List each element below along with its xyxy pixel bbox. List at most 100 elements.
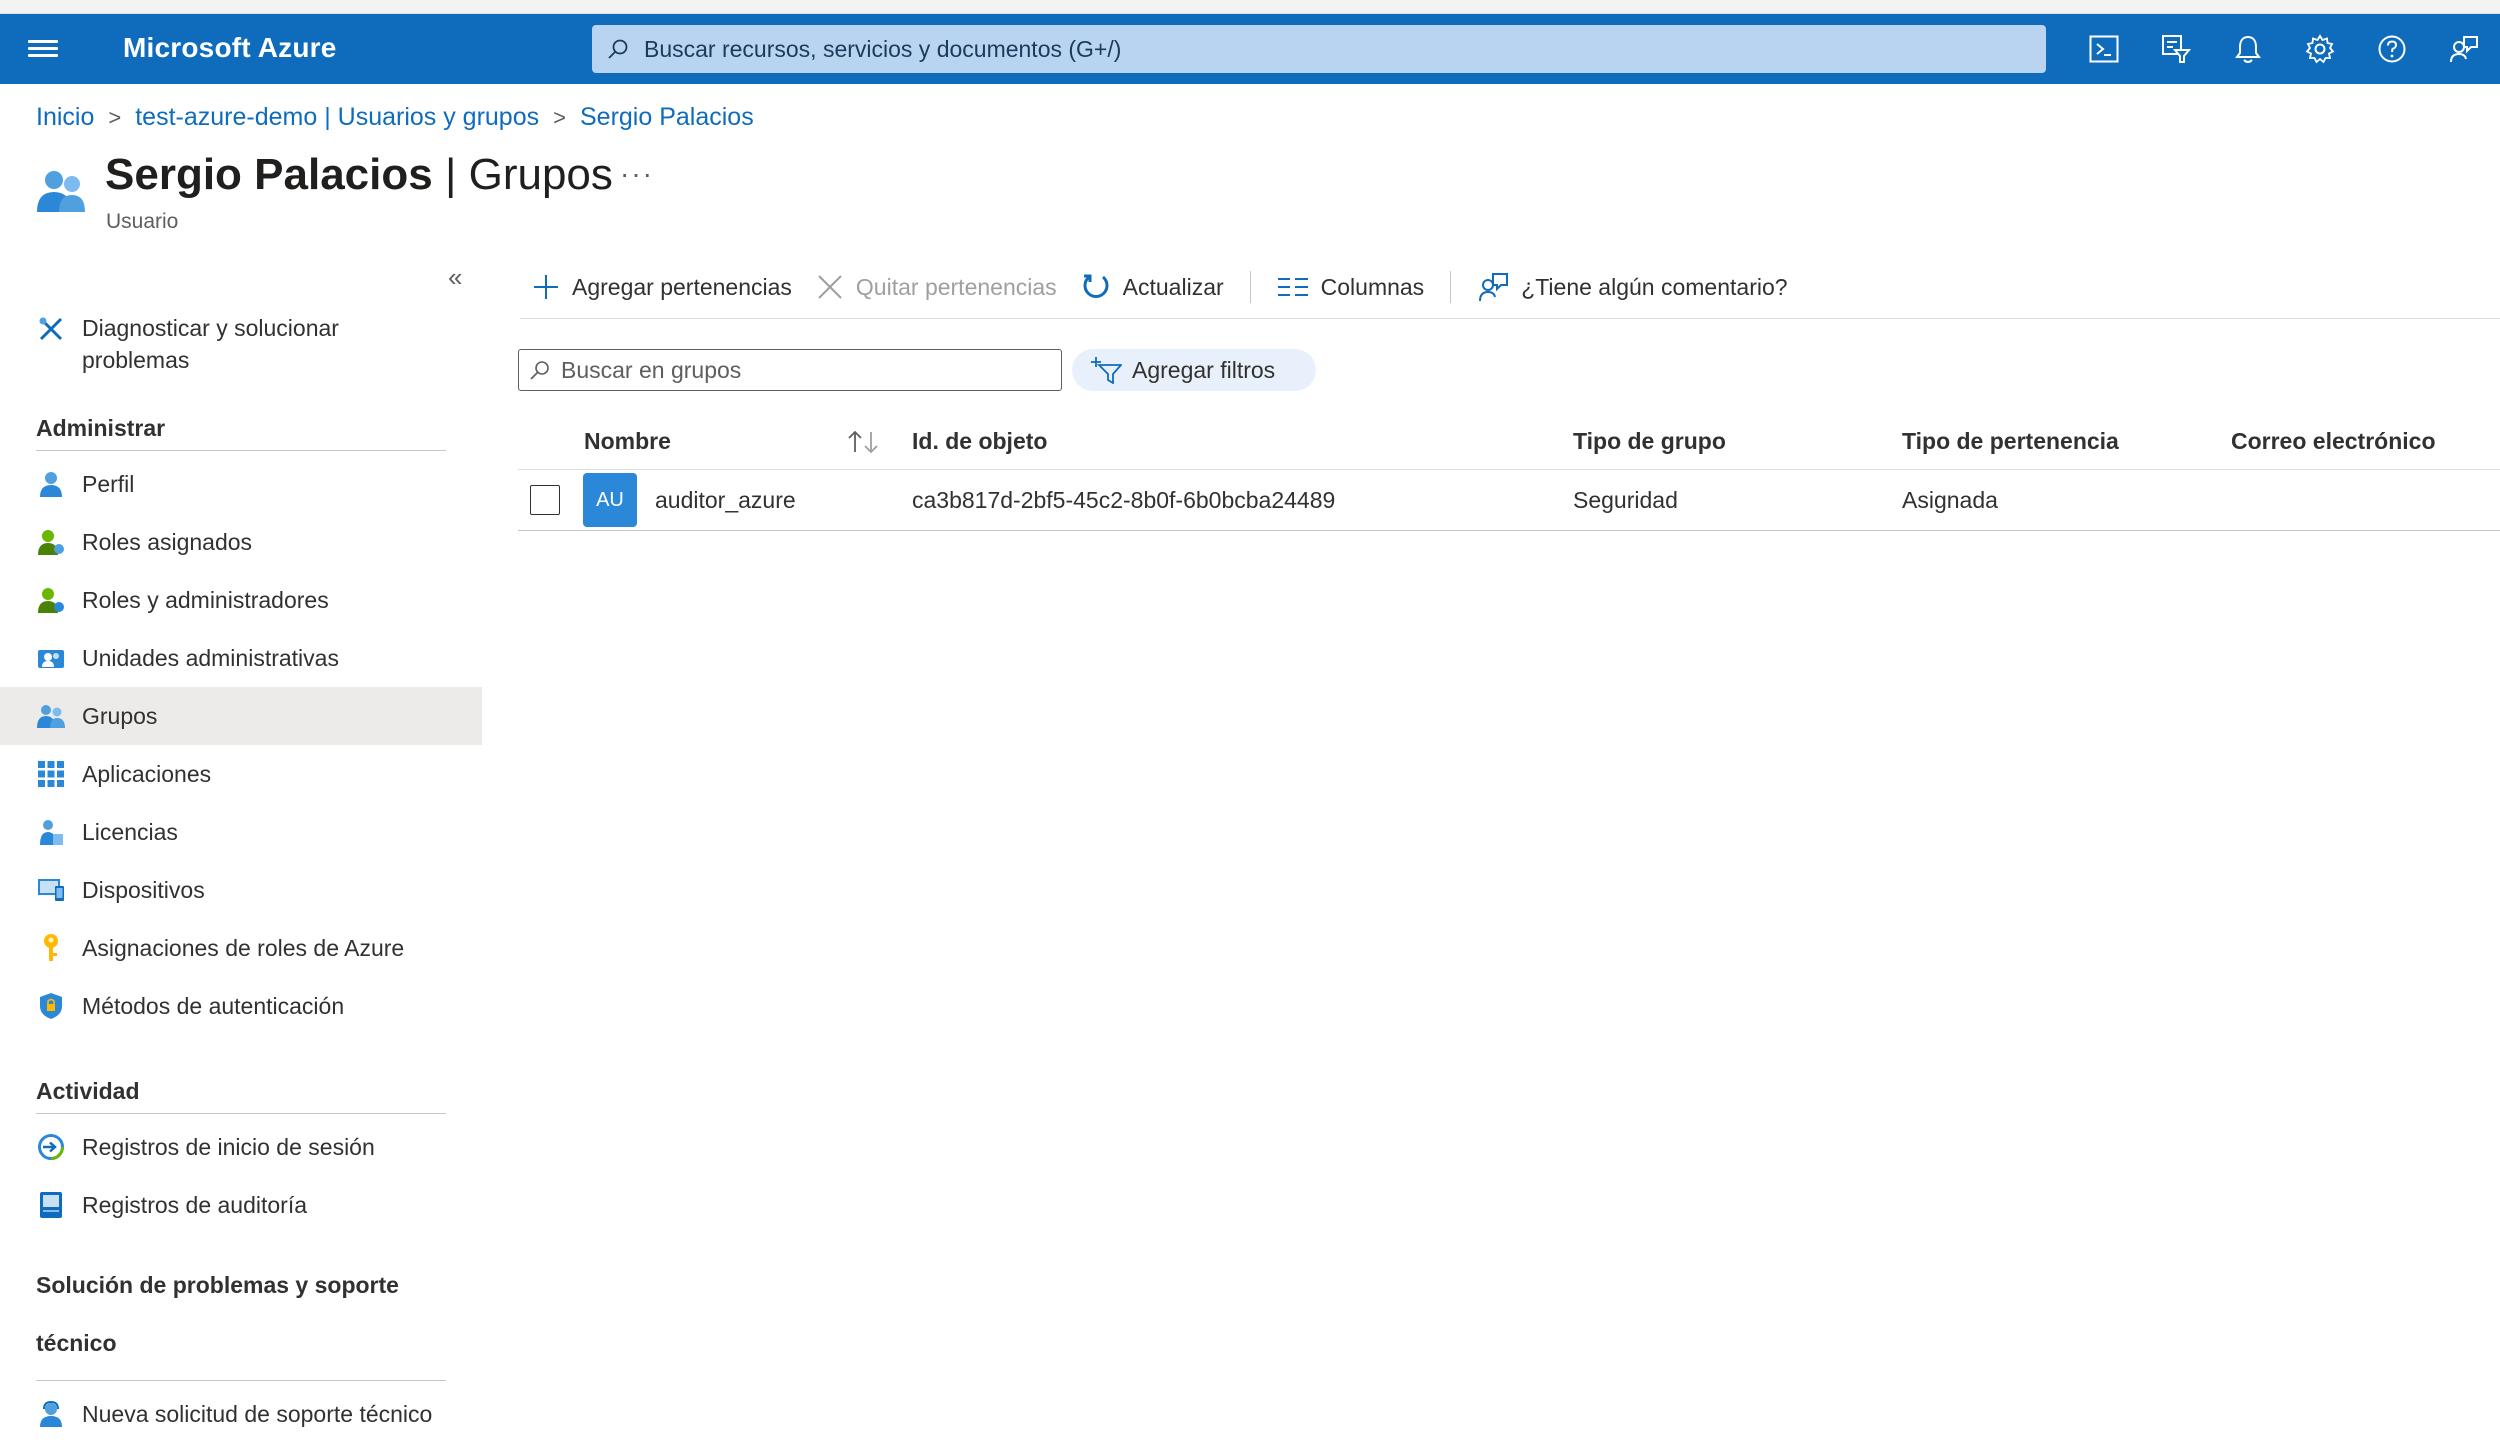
sidebar-item-label: Roles y administradores	[82, 586, 329, 613]
sidebar-item-registros-inicio-sesion[interactable]: Registros de inicio de sesión	[0, 1118, 482, 1176]
column-header-email[interactable]: Correo electrónico	[2231, 413, 2436, 469]
sidebar-item-label: Unidades administrativas	[82, 644, 339, 671]
sidebar: Diagnosticar y solucionar problemas Admi…	[0, 300, 482, 1443]
sidebar-item-licencias[interactable]: Licencias	[0, 803, 482, 861]
sort-arrows-icon[interactable]	[846, 429, 880, 455]
sidebar-item-unidades-administrativas[interactable]: Unidades administrativas	[0, 629, 482, 687]
sidebar-item-asignaciones-roles-azure[interactable]: Asignaciones de roles de Azure	[0, 919, 482, 977]
shield-icon	[36, 991, 66, 1021]
groups-table: Nombre Id. de objeto Tipo de grupo Tipo …	[518, 413, 2500, 531]
sidebar-item-dispositivos[interactable]: Dispositivos	[0, 861, 482, 919]
chevron-right-icon: >	[108, 104, 122, 130]
page-subtitle: Usuario	[106, 210, 179, 233]
close-icon	[818, 275, 842, 299]
wrench-icon	[36, 314, 66, 344]
column-header-membership-type[interactable]: Tipo de pertenencia	[1902, 413, 2119, 469]
sidebar-item-roles-administradores[interactable]: Roles y administradores	[0, 571, 482, 629]
license-icon	[36, 817, 66, 847]
command-bar: Agregar pertenencias Quitar pertenencias…	[520, 262, 1800, 312]
toolbar-separator	[1450, 271, 1452, 303]
sidebar-item-nueva-solicitud-soporte[interactable]: Nueva solicitud de soporte técnico	[0, 1385, 482, 1443]
column-header-name[interactable]: Nombre	[584, 413, 671, 469]
refresh-icon	[1083, 274, 1109, 298]
audit-log-icon	[36, 1190, 66, 1220]
plus-icon	[534, 275, 558, 299]
hamburger-menu-icon[interactable]	[28, 36, 58, 62]
group-object-id: ca3b817d-2bf5-45c2-8b0f-6b0bcba24489	[912, 486, 1336, 513]
sidebar-item-registros-auditoria[interactable]: Registros de auditoría	[0, 1176, 482, 1234]
user-profile-icon	[36, 469, 66, 499]
columns-icon	[1277, 278, 1308, 296]
global-search-input[interactable]: Buscar recursos, servicios y documentos …	[592, 25, 2046, 73]
sidebar-item-label: Dispositivos	[82, 876, 205, 903]
row-checkbox[interactable]	[530, 485, 560, 515]
groups-page-icon	[34, 168, 88, 221]
section-divider	[36, 1380, 446, 1381]
section-divider	[36, 450, 446, 451]
key-icon	[36, 933, 66, 963]
feedback-icon	[1479, 273, 1509, 302]
sidebar-item-label: Nueva solicitud de soporte técnico	[82, 1400, 433, 1427]
sidebar-item-grupos[interactable]: Grupos	[0, 687, 482, 745]
group-name-link[interactable]: auditor_azure	[655, 470, 796, 530]
feedback-label: ¿Tiene algún comentario?	[1521, 273, 1788, 300]
help-icon[interactable]	[2356, 14, 2428, 84]
feedback-button[interactable]: ¿Tiene algún comentario?	[1465, 262, 1799, 312]
sidebar-item-perfil[interactable]: Perfil	[0, 455, 482, 513]
breadcrumb-home[interactable]: Inicio	[36, 103, 94, 132]
remove-memberships-label: Quitar pertenencias	[855, 273, 1057, 300]
remove-memberships-button[interactable]: Quitar pertenencias	[804, 262, 1069, 312]
support-agent-icon	[36, 1399, 66, 1429]
collapse-sidebar-button[interactable]: «	[448, 262, 462, 293]
more-options-button[interactable]: ···	[620, 158, 654, 190]
sidebar-item-label: Diagnosticar y solucionar problemas	[82, 315, 339, 373]
cloud-shell-icon[interactable]	[2068, 14, 2140, 84]
table-row[interactable]: AU auditor_azure ca3b817d-2bf5-45c2-8b0f…	[518, 470, 2500, 531]
section-divider	[36, 1113, 446, 1114]
add-memberships-label: Agregar pertenencias	[572, 273, 792, 300]
feedback-icon[interactable]	[2428, 14, 2500, 84]
columns-button[interactable]: Columnas	[1265, 262, 1437, 312]
table-header: Nombre Id. de objeto Tipo de grupo Tipo …	[518, 413, 2500, 470]
sidebar-item-label: Grupos	[82, 702, 158, 729]
top-bar-icons	[2068, 14, 2500, 84]
search-icon	[608, 39, 628, 59]
refresh-button[interactable]: Actualizar	[1069, 262, 1236, 312]
group-type-value: Seguridad	[1573, 486, 1678, 513]
user-roles-icon	[36, 527, 66, 557]
page-title: Sergio Palacios | Grupos	[105, 150, 613, 200]
user-admin-icon	[36, 585, 66, 615]
command-bar-divider	[520, 318, 2500, 319]
add-filters-label: Agregar filtros	[1132, 356, 1276, 383]
sidebar-item-label: Asignaciones de roles de Azure	[82, 934, 405, 961]
chevron-right-icon: >	[553, 104, 566, 130]
breadcrumb-users-groups[interactable]: test-azure-demo | Usuarios y grupos	[135, 103, 539, 132]
group-search-input[interactable]: Buscar en grupos	[518, 349, 1062, 391]
add-memberships-button[interactable]: Agregar pertenencias	[520, 262, 804, 312]
add-filter-icon	[1091, 357, 1122, 384]
directory-filter-icon[interactable]	[2140, 14, 2212, 84]
sign-in-icon	[36, 1132, 66, 1162]
sidebar-item-diagnose[interactable]: Diagnosticar y solucionar problemas	[0, 300, 482, 386]
brand-title[interactable]: Microsoft Azure	[123, 32, 337, 64]
browser-top-strip	[0, 0, 2500, 14]
sidebar-item-metodos-autenticacion[interactable]: Métodos de autenticación	[0, 977, 482, 1035]
column-header-group-type[interactable]: Tipo de grupo	[1573, 413, 1726, 469]
breadcrumb-user[interactable]: Sergio Palacios	[580, 103, 754, 132]
sidebar-item-label: Licencias	[82, 818, 178, 845]
group-search-placeholder: Buscar en grupos	[561, 356, 742, 383]
columns-label: Columnas	[1320, 273, 1425, 300]
bell-icon[interactable]	[2212, 14, 2284, 84]
section-heading-soporte: Solución de problemas y soporte técnico	[36, 1272, 399, 1356]
gear-icon[interactable]	[2284, 14, 2356, 84]
sidebar-item-label: Métodos de autenticación	[82, 992, 345, 1019]
column-header-object-id[interactable]: Id. de objeto	[912, 413, 1047, 469]
section-heading-administrar: Administrar	[36, 415, 166, 441]
sidebar-item-label: Perfil	[82, 470, 135, 497]
add-filters-button[interactable]: Agregar filtros	[1072, 349, 1316, 391]
sidebar-item-roles-asignados[interactable]: Roles asignados	[0, 513, 482, 571]
toolbar-separator	[1249, 271, 1251, 303]
admin-units-icon	[36, 643, 66, 673]
sidebar-item-aplicaciones[interactable]: Aplicaciones	[0, 745, 482, 803]
sidebar-item-label: Roles asignados	[82, 528, 253, 555]
